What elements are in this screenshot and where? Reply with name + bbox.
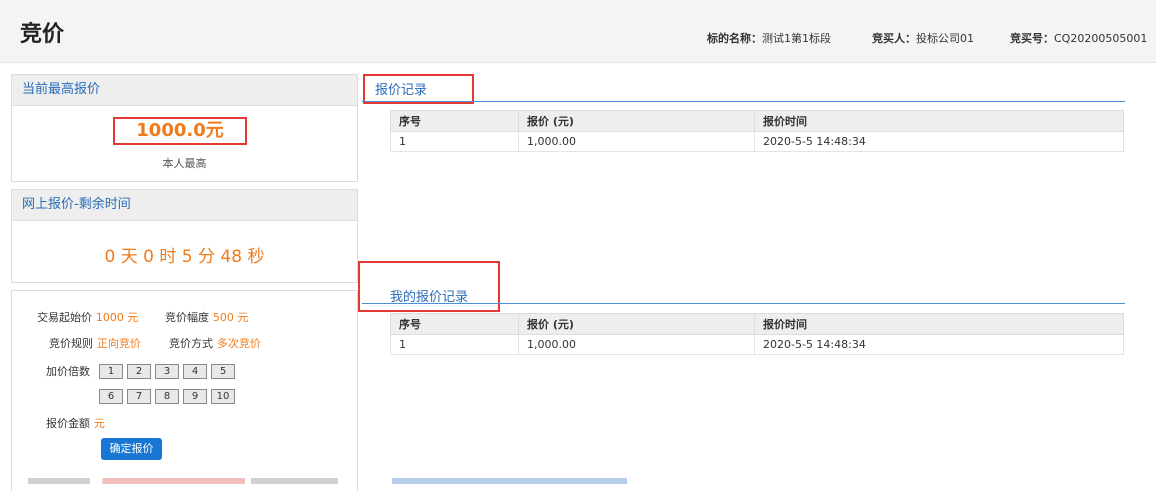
increment-label: 竞价幅度 (165, 311, 209, 324)
multiplier-row-1: 12345 (99, 363, 239, 379)
multiplier-label-row: 加价倍数 (46, 363, 90, 379)
increment-value: 500 元 (212, 311, 249, 324)
page-title: 竞价 (20, 22, 65, 47)
multiplier-button-5[interactable]: 5 (211, 364, 235, 379)
multiplier-button-2[interactable]: 2 (127, 364, 151, 379)
table-row: 1 1,000.00 2020-5-5 14:48:34 (390, 334, 1124, 355)
rule-row: 竞价规则 正向竞价 (49, 335, 141, 351)
column-header: 报价时间 (754, 110, 1124, 132)
amount-unit: 元 (93, 417, 105, 430)
multiplier-button-3[interactable]: 3 (155, 364, 179, 379)
table-cell: 1 (390, 334, 519, 355)
method-label: 竞价方式 (169, 337, 213, 350)
amount-row: 报价金额 元 (46, 415, 105, 431)
bid-form-panel: 交易起始价 1000 元 竞价幅度 500 元 竞价规则 正向竞价 竞价方式 多… (11, 290, 358, 491)
bidder-info: 竞买人：投标公司01 (872, 30, 974, 46)
table-cell: 2020-5-5 14:48:34 (754, 131, 1124, 152)
highest-bid-amount: 1000.0元 (113, 117, 247, 145)
highest-bid-panel: 当前最高报价 1000.0元 本人最高 (11, 74, 358, 182)
column-header: 报价时间 (754, 313, 1124, 335)
multiplier-button-7[interactable]: 7 (127, 389, 151, 404)
method-value: 多次竞价 (216, 337, 261, 350)
table-cell: 1,000.00 (518, 131, 755, 152)
confirm-bid-button[interactable]: 确定报价 (101, 438, 162, 460)
start-price-row: 交易起始价 1000 元 (37, 309, 138, 325)
rule-value: 正向竞价 (96, 337, 141, 350)
multiplier-button-10[interactable]: 10 (211, 389, 235, 404)
bid-number-info: 竞买号：CQ20200505001 (1010, 30, 1147, 46)
rule-label: 竞价规则 (49, 337, 93, 350)
bid-number-label: 竞买号： (1010, 32, 1054, 45)
multiplier-button-6[interactable]: 6 (99, 389, 123, 404)
countdown-timer: 0 天 0 时 5 分 48 秒 (104, 247, 265, 267)
my-records-divider (362, 303, 1125, 304)
my-records-table: 序号 报价 (元) 报价时间 1 1,000.00 2020-5-5 14:48… (390, 313, 1124, 355)
cutoff-notice-left (28, 478, 338, 484)
multiplier-row-2: 6 7 8 9 10 (99, 388, 239, 404)
multiplier-button-9[interactable]: 9 (183, 389, 207, 404)
amount-label: 报价金额 (46, 417, 90, 430)
my-records-highlight (358, 261, 500, 312)
column-header: 报价 (元) (518, 110, 755, 132)
multiplier-button-1[interactable]: 1 (99, 364, 123, 379)
column-header: 序号 (390, 313, 519, 335)
table-header-row: 序号 报价 (元) 报价时间 (390, 313, 1124, 335)
column-header: 报价 (元) (518, 313, 755, 335)
method-row: 竞价方式 多次竞价 (169, 335, 261, 351)
subject-label: 标的名称： (707, 32, 762, 45)
multiplier-label: 加价倍数 (46, 365, 90, 378)
highest-bid-note: 本人最高 (162, 157, 207, 170)
table-cell: 1 (390, 131, 519, 152)
highest-bid-heading: 当前最高报价 (12, 75, 357, 106)
bid-records-highlight (363, 74, 474, 104)
bid-records-table: 序号 报价 (元) 报价时间 1 1,000.00 2020-5-5 14:48… (390, 110, 1124, 152)
start-price-label: 交易起始价 (37, 311, 92, 324)
table-header-row: 序号 报价 (元) 报价时间 (390, 110, 1124, 132)
bid-records-divider (362, 101, 1125, 102)
start-price-value: 1000 元 (95, 311, 139, 324)
increment-row: 竞价幅度 500 元 (165, 309, 248, 325)
subject-value: 测试1第1标段 (762, 32, 831, 45)
remaining-time-heading: 网上报价-剩余时间 (12, 190, 357, 221)
column-header: 序号 (390, 110, 519, 132)
bid-number-value: CQ20200505001 (1054, 32, 1148, 45)
table-cell: 2020-5-5 14:48:34 (754, 334, 1124, 355)
table-cell: 1,000.00 (518, 334, 755, 355)
subject-info: 标的名称：测试1第1标段 (707, 30, 831, 46)
cutoff-notice-right (392, 478, 627, 484)
multiplier-button-8[interactable]: 8 (155, 389, 179, 404)
remaining-time-panel: 网上报价-剩余时间 0 天 0 时 5 分 48 秒 (11, 189, 358, 283)
bidder-label: 竞买人： (872, 32, 916, 45)
bidder-value: 投标公司01 (916, 32, 974, 45)
table-row: 1 1,000.00 2020-5-5 14:48:34 (390, 131, 1124, 152)
page-header: 竞价 标的名称：测试1第1标段 竞买人：投标公司01 竞买号：CQ2020050… (0, 0, 1156, 63)
multiplier-button-4[interactable]: 4 (183, 364, 207, 379)
